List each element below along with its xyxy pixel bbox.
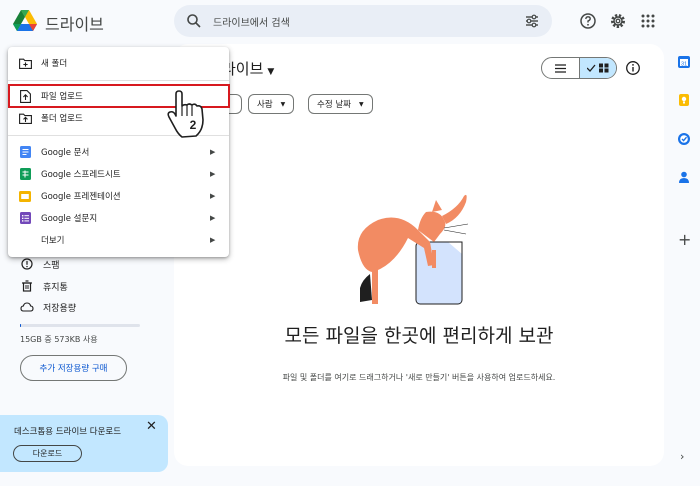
contacts-icon[interactable] (677, 170, 691, 184)
filter-chip-label: 수정 날짜 (317, 100, 351, 110)
svg-text:31: 31 (681, 61, 687, 67)
new-menu: 새 폴더 파일 업로드 폴더 업로드 Google 문서 ▶ Google 스프… (8, 47, 229, 257)
download-button[interactable]: 다운로드 (13, 445, 82, 462)
grid-view-icon (586, 63, 609, 73)
sidebar-item-spam[interactable]: 스팸 (20, 255, 60, 273)
calendar-icon[interactable]: 31 (677, 55, 691, 69)
search-bar[interactable]: 드라이브에서 검색 (174, 5, 552, 37)
settings-gear-icon[interactable] (609, 12, 627, 30)
sidebar-item-label: 스팸 (43, 260, 60, 271)
google-docs-icon (18, 145, 32, 159)
menu-item-label: Google 스프레드시트 (41, 170, 121, 180)
grid-view-button[interactable] (578, 58, 616, 78)
menu-item-label: 새 폴더 (41, 59, 68, 69)
storage-usage-text: 15GB 중 573KB 사용 (20, 335, 98, 344)
chevron-right-icon: ▶ (210, 236, 216, 244)
app-title: 드라이브 (45, 15, 104, 34)
search-input[interactable]: 드라이브에서 검색 (213, 14, 290, 29)
page-title[interactable]: 라이브 ▼ (222, 58, 274, 79)
menu-item-more[interactable]: 더보기 ▶ (8, 229, 229, 251)
filter-chip-label: 사람 (257, 100, 273, 110)
sidebar-item-label: 휴지통 (43, 282, 68, 293)
add-addon-plus-icon[interactable]: + (678, 230, 691, 249)
google-forms-icon (18, 211, 32, 225)
chevron-down-icon: ▼ (280, 100, 286, 108)
new-folder-icon (18, 56, 32, 70)
buy-storage-button[interactable]: 추가 저장용량 구매 (20, 355, 127, 381)
sidebar-item-storage[interactable]: 저장용량 (20, 298, 76, 316)
cloud-icon (20, 300, 34, 314)
sidebar-item-label: 저장용량 (43, 303, 77, 314)
apps-grid-icon[interactable] (639, 12, 657, 30)
close-icon[interactable]: ✕ (146, 419, 157, 434)
folder-upload-icon (18, 111, 32, 125)
tasks-icon[interactable] (677, 132, 691, 146)
help-icon[interactable] (579, 12, 597, 30)
step-number-badge: 2 (190, 118, 197, 132)
view-toggle[interactable] (541, 57, 617, 79)
google-slides-icon (18, 189, 32, 203)
chevron-right-icon: ▶ (210, 148, 216, 156)
spam-icon (20, 257, 34, 271)
empty-state-illustration (357, 194, 469, 305)
chevron-right-icon: ▶ (210, 170, 216, 178)
download-drive-card: 데스크톱용 드라이브 다운로드 ✕ 다운로드 (0, 415, 168, 472)
list-view-button[interactable] (542, 58, 579, 78)
search-options-icon[interactable] (524, 13, 540, 29)
empty-state-subtitle: 파일 및 폴더를 여기로 드래그하거나 '새로 만들기' 버튼을 사용하여 업로… (282, 373, 556, 382)
filter-chip-people[interactable]: 사람 ▼ (248, 94, 295, 114)
storage-progress-bar (20, 324, 140, 327)
chevron-right-icon: ▶ (210, 192, 216, 200)
filter-chip-modified[interactable]: 수정 날짜 ▼ (308, 94, 373, 114)
info-icon[interactable] (625, 60, 641, 76)
google-sheets-icon (18, 167, 32, 181)
empty-state-title: 모든 파일을 한곳에 편리하게 보관 (284, 325, 554, 347)
drive-logo-icon[interactable] (12, 9, 38, 33)
chevron-down-icon: ▼ (267, 67, 275, 77)
expand-panel-chevron-icon[interactable]: › (680, 450, 684, 463)
menu-divider (8, 80, 229, 81)
menu-item-google-slides[interactable]: Google 프레젠테이션 ▶ (8, 185, 229, 207)
menu-item-label: 폴더 업로드 (41, 114, 83, 124)
pointing-hand-icon: 2 (167, 90, 204, 138)
keep-icon[interactable] (677, 93, 691, 107)
menu-item-label: Google 문서 (41, 148, 90, 158)
menu-item-label: 더보기 (41, 236, 65, 246)
search-icon[interactable] (186, 13, 202, 29)
chevron-down-icon: ▼ (358, 100, 364, 108)
download-card-text: 데스크톱용 드라이브 다운로드 (14, 427, 122, 437)
menu-item-google-sheets[interactable]: Google 스프레드시트 ▶ (8, 163, 229, 185)
chevron-right-icon: ▶ (210, 214, 216, 222)
menu-item-google-forms[interactable]: Google 설문지 ▶ (8, 207, 229, 229)
top-bar: 드라이브 드라이브에서 검색 (0, 0, 700, 44)
menu-item-google-docs[interactable]: Google 문서 ▶ (8, 141, 229, 163)
trash-icon (20, 279, 34, 293)
menu-item-label: Google 설문지 (41, 214, 98, 224)
list-view-icon (554, 63, 566, 73)
menu-item-label: Google 프레젠테이션 (41, 192, 121, 202)
storage-progress-fill (20, 324, 22, 327)
sidebar-item-trash[interactable]: 휴지통 (20, 277, 68, 295)
menu-item-new-folder[interactable]: 새 폴더 (8, 52, 229, 74)
